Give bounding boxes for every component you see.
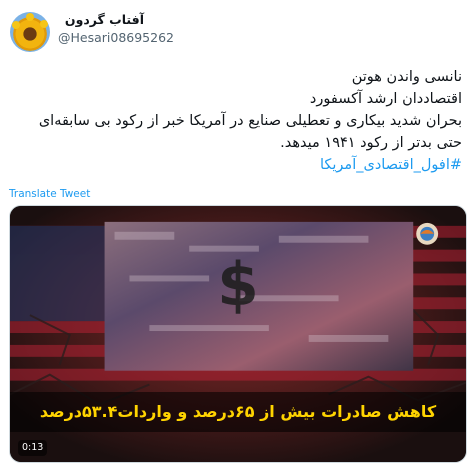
tweet-card[interactable]: آفتاب گردون @Hesari08695262 نانسی واندن …	[0, 0, 476, 475]
video-player[interactable]: $ کاهش صادرات بیش از ۶۵درصد و واردات۵۳.۴…	[9, 205, 467, 463]
author-names: آفتاب گردون @Hesari08695262	[58, 12, 174, 45]
svg-text:$: $	[217, 251, 259, 320]
tweet-text: نانسی واندن هوتن اقتصاددان ارشد آکسفورد …	[22, 66, 462, 176]
tweet-line: اقتصاددان ارشد آکسفورد	[309, 91, 462, 107]
tweet-line: نانسی واندن هوتن	[351, 69, 462, 85]
tweet-line: بحران شدید بیکاری و تعطیلی صنایع در آمری…	[38, 113, 462, 129]
video-caption: کاهش صادرات بیش از ۶۵درصد و واردات۵۳.۴در…	[10, 392, 466, 432]
tweet-header: آفتاب گردون @Hesari08695262	[10, 8, 310, 52]
translate-tweet-link[interactable]: Translate Tweet	[9, 188, 90, 200]
video-duration-badge: 0:13	[18, 440, 48, 456]
hashtag-link[interactable]: #افول_اقتصادی_آمریکا	[22, 154, 462, 176]
author-display-name[interactable]: آفتاب گردون	[58, 12, 144, 27]
author-handle[interactable]: @Hesari08695262	[58, 30, 174, 45]
avatar[interactable]	[10, 12, 50, 52]
tweet-line: حتی بدتر از رکود ۱۹۴۱ میدهد.	[280, 135, 462, 151]
